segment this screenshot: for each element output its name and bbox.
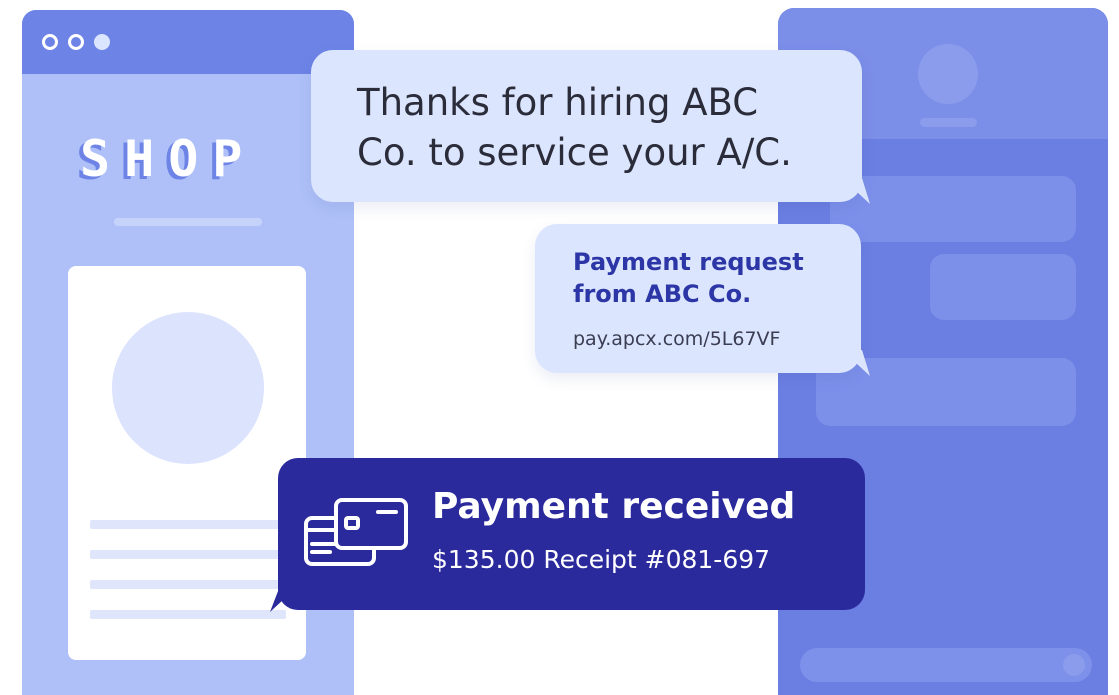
window-control-dot xyxy=(68,34,84,50)
contact-name-placeholder xyxy=(920,118,977,127)
text-line-placeholder xyxy=(90,580,286,589)
bubble-tail xyxy=(842,178,870,204)
bubble-tail xyxy=(270,586,298,612)
send-button-placeholder xyxy=(1063,654,1085,676)
thanks-line-1: Thanks for hiring ABC xyxy=(357,81,759,124)
message-bubble-payment-request: Payment request from ABC Co. pay.apcx.co… xyxy=(535,224,861,373)
window-control-dot xyxy=(94,34,110,50)
payment-received-title: Payment received xyxy=(432,486,796,527)
message-bubble-payment-received: Payment received $135.00 Receipt #081-69… xyxy=(278,458,865,610)
contact-avatar xyxy=(918,44,978,104)
shop-logo: SHOP xyxy=(80,130,257,188)
message-bubble-thanks: Thanks for hiring ABC Co. to service you… xyxy=(311,50,862,202)
text-line-placeholder xyxy=(90,550,286,559)
text-line-placeholder xyxy=(90,520,286,529)
product-image-placeholder xyxy=(112,312,264,464)
text-line-placeholder xyxy=(90,610,286,619)
logo-underline xyxy=(114,218,262,226)
payment-request-title: Payment request from ABC Co. xyxy=(573,246,853,310)
credit-cards-icon xyxy=(304,498,408,566)
chat-bubble-placeholder xyxy=(930,254,1076,320)
payment-request-line-2: from ABC Co. xyxy=(573,280,752,308)
window-control-dot xyxy=(42,34,58,50)
payment-request-line-1: Payment request xyxy=(573,248,804,276)
browser-title-bar xyxy=(22,10,354,74)
payment-received-detail: $135.00 Receipt #081-697 xyxy=(432,545,771,574)
thanks-message: Thanks for hiring ABC Co. to service you… xyxy=(357,78,792,178)
thanks-line-2: Co. to service your A/C. xyxy=(357,131,792,174)
bubble-tail xyxy=(842,350,870,376)
message-input-placeholder xyxy=(800,648,1092,682)
payment-link[interactable]: pay.apcx.com/5L67VF xyxy=(573,328,780,350)
